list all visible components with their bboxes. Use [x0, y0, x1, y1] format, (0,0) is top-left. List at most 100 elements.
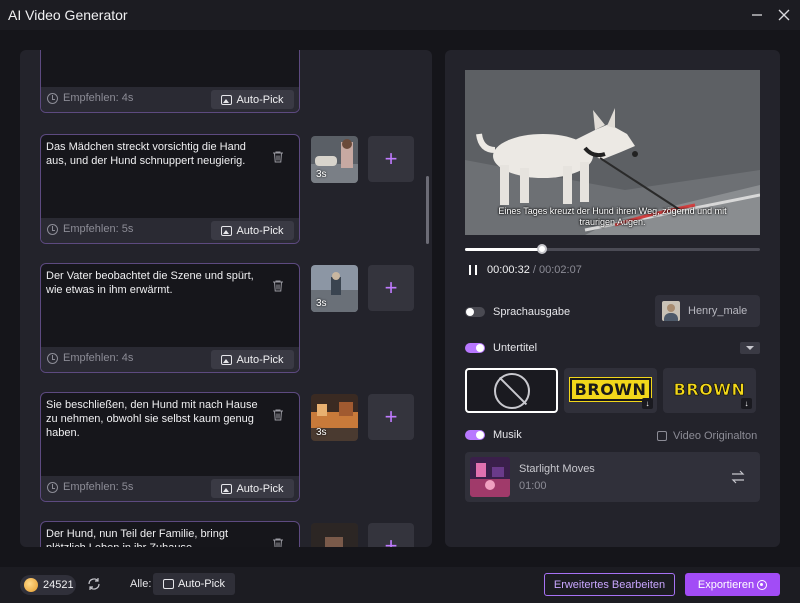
- credits-badge: 24521: [20, 575, 76, 595]
- progress-handle[interactable]: [536, 244, 547, 254]
- style-preview-label: BROWN: [568, 377, 653, 402]
- scene-card[interactable]: Sie beschließen, den Hund mit nach Hause…: [40, 392, 300, 502]
- scene-text[interactable]: Das Mädchen streckt vorsichtig die Hand …: [46, 140, 268, 168]
- window-title: AI Video Generator: [8, 7, 128, 23]
- auto-pick-all-button[interactable]: Auto-Pick: [153, 573, 235, 595]
- refresh-icon[interactable]: [87, 577, 101, 591]
- voice-name: Henry_male: [688, 305, 748, 317]
- minimize-icon[interactable]: [746, 5, 768, 25]
- image-icon: [221, 483, 233, 494]
- scene-footer: Empfehlen: 4s Auto-Pick: [41, 87, 299, 112]
- subtitle-label: Untertitel: [493, 342, 538, 354]
- music-track[interactable]: Starlight Moves 01:00: [465, 452, 760, 502]
- clock-icon: [47, 92, 58, 104]
- auto-pick-button[interactable]: Auto-Pick: [211, 90, 294, 109]
- checkbox[interactable]: [657, 431, 667, 441]
- style-preview-text: BROWN: [564, 377, 657, 402]
- auto-pick-label: Auto-Pick: [236, 224, 284, 237]
- music-toggle[interactable]: [465, 430, 485, 440]
- auto-pick-label: Auto-Pick: [236, 353, 284, 366]
- auto-pick-button[interactable]: Auto-Pick: [211, 479, 294, 498]
- subtitle-line: Eines Tages kreuzt der Hund ihren Weg, z…: [498, 206, 727, 216]
- image-icon: [221, 225, 233, 236]
- clock-icon: [47, 481, 58, 493]
- export-button[interactable]: Exportieren: [685, 573, 780, 596]
- voice-label: Sprachausgabe: [493, 306, 571, 318]
- trash-icon[interactable]: [271, 537, 287, 547]
- music-title: Starlight Moves: [519, 463, 595, 475]
- music-row: Musik: [465, 429, 522, 441]
- preview-panel: Eines Tages kreuzt der Hund ihren Weg, z…: [445, 50, 780, 547]
- voice-toggle[interactable]: [465, 307, 485, 317]
- original-sound-label: Video Originalton: [673, 430, 758, 442]
- recommend-duration: Empfehlen: 5s: [47, 223, 133, 235]
- avatar: [662, 301, 680, 321]
- image-icon: [221, 354, 233, 365]
- scene-text[interactable]: Der Hund, nun Teil der Familie, bringt p…: [46, 527, 268, 547]
- subtitle-style-brown-boxed[interactable]: BROWN ↓: [564, 368, 657, 413]
- all-label: Alle:: [130, 578, 152, 590]
- trash-icon[interactable]: [271, 279, 287, 295]
- recommend-duration: Empfehlen: 4s: [47, 352, 133, 364]
- clip-duration: 3s: [316, 169, 327, 180]
- add-clip-button[interactable]: +: [368, 523, 414, 547]
- auto-pick-button[interactable]: Auto-Pick: [211, 350, 294, 369]
- scrollbar-thumb[interactable]: [426, 176, 429, 244]
- scene-clip-thumbnail[interactable]: 3s: [311, 394, 358, 441]
- download-icon[interactable]: ↓: [741, 398, 752, 409]
- original-sound-checkbox[interactable]: Video Originalton: [657, 430, 757, 442]
- download-icon[interactable]: ↓: [642, 398, 653, 409]
- total-time: / 00:02:07: [532, 264, 582, 276]
- scene-text[interactable]: Der Vater beobachtet die Szene und spürt…: [46, 269, 268, 297]
- scene-card[interactable]: Empfehlen: 4s Auto-Pick: [40, 50, 300, 113]
- scene-clip-thumbnail[interactable]: 3s: [311, 265, 358, 312]
- subtitle-style-none[interactable]: [465, 368, 558, 413]
- scene-card[interactable]: Der Vater beobachtet die Szene und spürt…: [40, 263, 300, 373]
- clock-icon: [47, 352, 58, 364]
- scene-card[interactable]: Der Hund, nun Teil der Familie, bringt p…: [40, 521, 300, 547]
- video-preview[interactable]: Eines Tages kreuzt der Hund ihren Weg, z…: [465, 70, 760, 235]
- recommend-label: Empfehlen: 5s: [63, 223, 134, 235]
- auto-pick-label: Auto-Pick: [236, 482, 284, 495]
- clock-icon: [47, 223, 58, 235]
- swap-icon[interactable]: [731, 470, 745, 484]
- scene-footer: Empfehlen: 5s Auto-Pick: [41, 218, 299, 243]
- trash-icon[interactable]: [271, 408, 287, 424]
- bottom-bar: 24521 Alle: Auto-Pick Erweitertes Bearbe…: [0, 567, 800, 603]
- subtitle-line: traurigen Augen.: [579, 217, 646, 227]
- add-clip-button[interactable]: +: [368, 136, 414, 182]
- advanced-edit-label: Erweitertes Bearbeiten: [553, 578, 666, 591]
- subtitle-style-brown-outline[interactable]: BROWN ↓: [663, 368, 756, 413]
- scene-card[interactable]: Das Mädchen streckt vorsichtig die Hand …: [40, 134, 300, 244]
- recommend-duration: Empfehlen: 4s: [47, 92, 133, 104]
- no-style-icon: [494, 373, 530, 409]
- close-icon[interactable]: [773, 5, 795, 25]
- music-duration: 01:00: [519, 480, 547, 492]
- scene-footer: Empfehlen: 5s Auto-Pick: [41, 476, 299, 501]
- playback-controls: 00:00:32 / 00:02:07: [469, 264, 582, 276]
- chevron-down-icon[interactable]: [740, 342, 760, 354]
- add-clip-button[interactable]: +: [368, 265, 414, 311]
- trash-icon[interactable]: [271, 150, 287, 166]
- scene-clip-thumbnail[interactable]: [311, 523, 358, 547]
- music-cover: [470, 457, 510, 497]
- image-icon: [221, 94, 233, 105]
- image-icon: [162, 579, 174, 589]
- scene-clip-thumbnail[interactable]: 3s: [311, 136, 358, 183]
- clip-duration: 3s: [316, 298, 327, 309]
- recommend-label: Empfehlen: 5s: [63, 481, 134, 493]
- add-clip-button[interactable]: +: [368, 394, 414, 440]
- playback-progress[interactable]: [465, 244, 760, 254]
- current-time: 00:00:32: [487, 264, 530, 276]
- pause-icon[interactable]: [469, 265, 477, 275]
- subtitle-row: Untertitel: [465, 342, 537, 354]
- subtitle-toggle[interactable]: [465, 343, 485, 353]
- scene-text[interactable]: Sie beschließen, den Hund mit nach Hause…: [46, 398, 268, 440]
- style-preview-label: BROWN: [673, 380, 746, 400]
- advanced-edit-button[interactable]: Erweitertes Bearbeiten: [544, 573, 675, 596]
- auto-pick-button[interactable]: Auto-Pick: [211, 221, 294, 240]
- voice-selector[interactable]: Henry_male: [655, 295, 760, 327]
- title-bar: AI Video Generator: [0, 0, 800, 30]
- scene-footer: Empfehlen: 4s Auto-Pick: [41, 347, 299, 372]
- export-label: Exportieren: [697, 578, 755, 591]
